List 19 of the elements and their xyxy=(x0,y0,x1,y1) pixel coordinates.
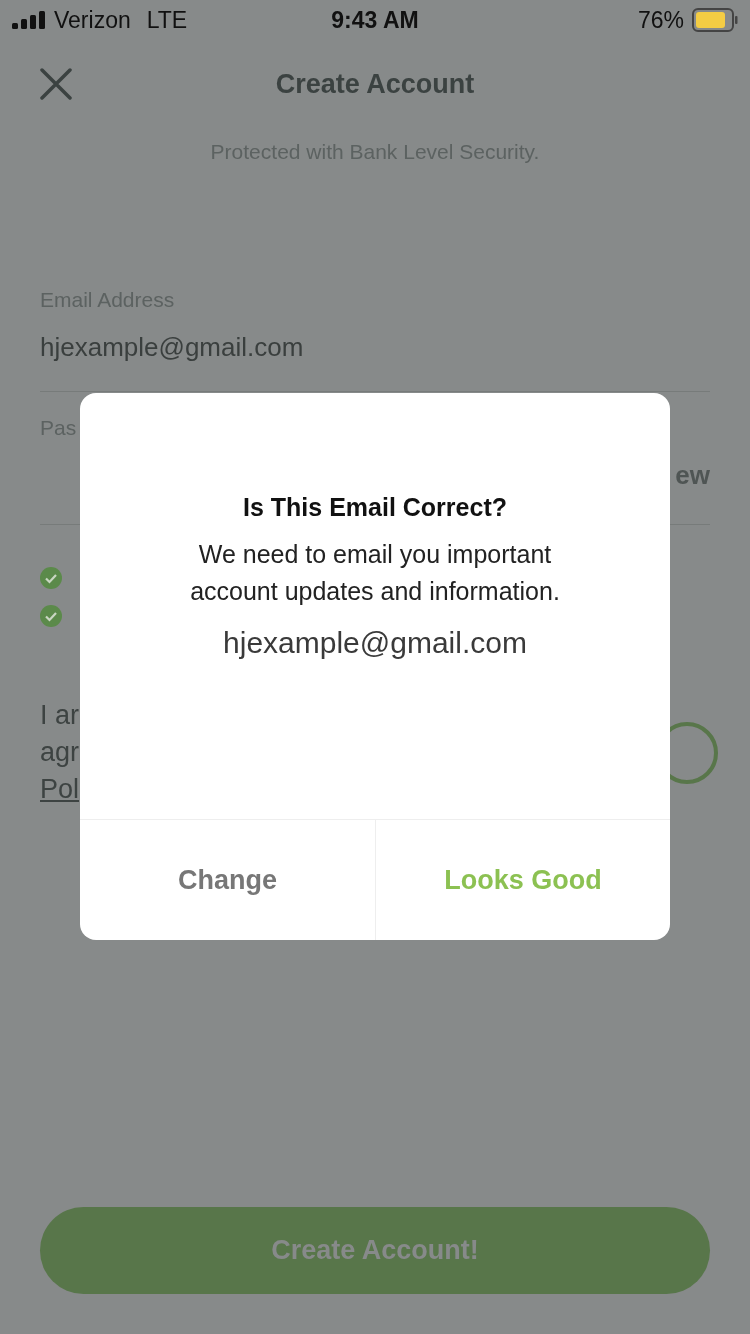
dialog-message: We need to email you important account updates and information. xyxy=(189,539,561,607)
email-value[interactable]: hjexample@gmail.com xyxy=(40,332,710,363)
network-type: LTE xyxy=(146,6,188,34)
dialog-title: Is This Email Correct? xyxy=(243,493,507,522)
carrier-name: Verizon xyxy=(54,6,131,34)
confirm-button[interactable]: Looks Good xyxy=(375,820,670,940)
dialog-email: hjexample@gmail.com xyxy=(223,626,527,660)
clock-time: 9:43 AM xyxy=(331,6,419,34)
signal-icon xyxy=(12,11,46,29)
create-account-button[interactable]: Create Account! xyxy=(40,1207,710,1294)
change-button[interactable]: Change xyxy=(80,820,375,940)
battery-icon xyxy=(692,8,738,32)
battery-percentage: 76% xyxy=(637,6,684,34)
page-title: Create Account xyxy=(275,68,475,100)
agreement-text: agr xyxy=(40,736,80,769)
close-icon[interactable] xyxy=(40,68,72,100)
policy-link[interactable]: Pol xyxy=(40,774,80,804)
agreement-text: I ar xyxy=(40,699,80,732)
view-toggle[interactable]: ew xyxy=(675,460,710,491)
